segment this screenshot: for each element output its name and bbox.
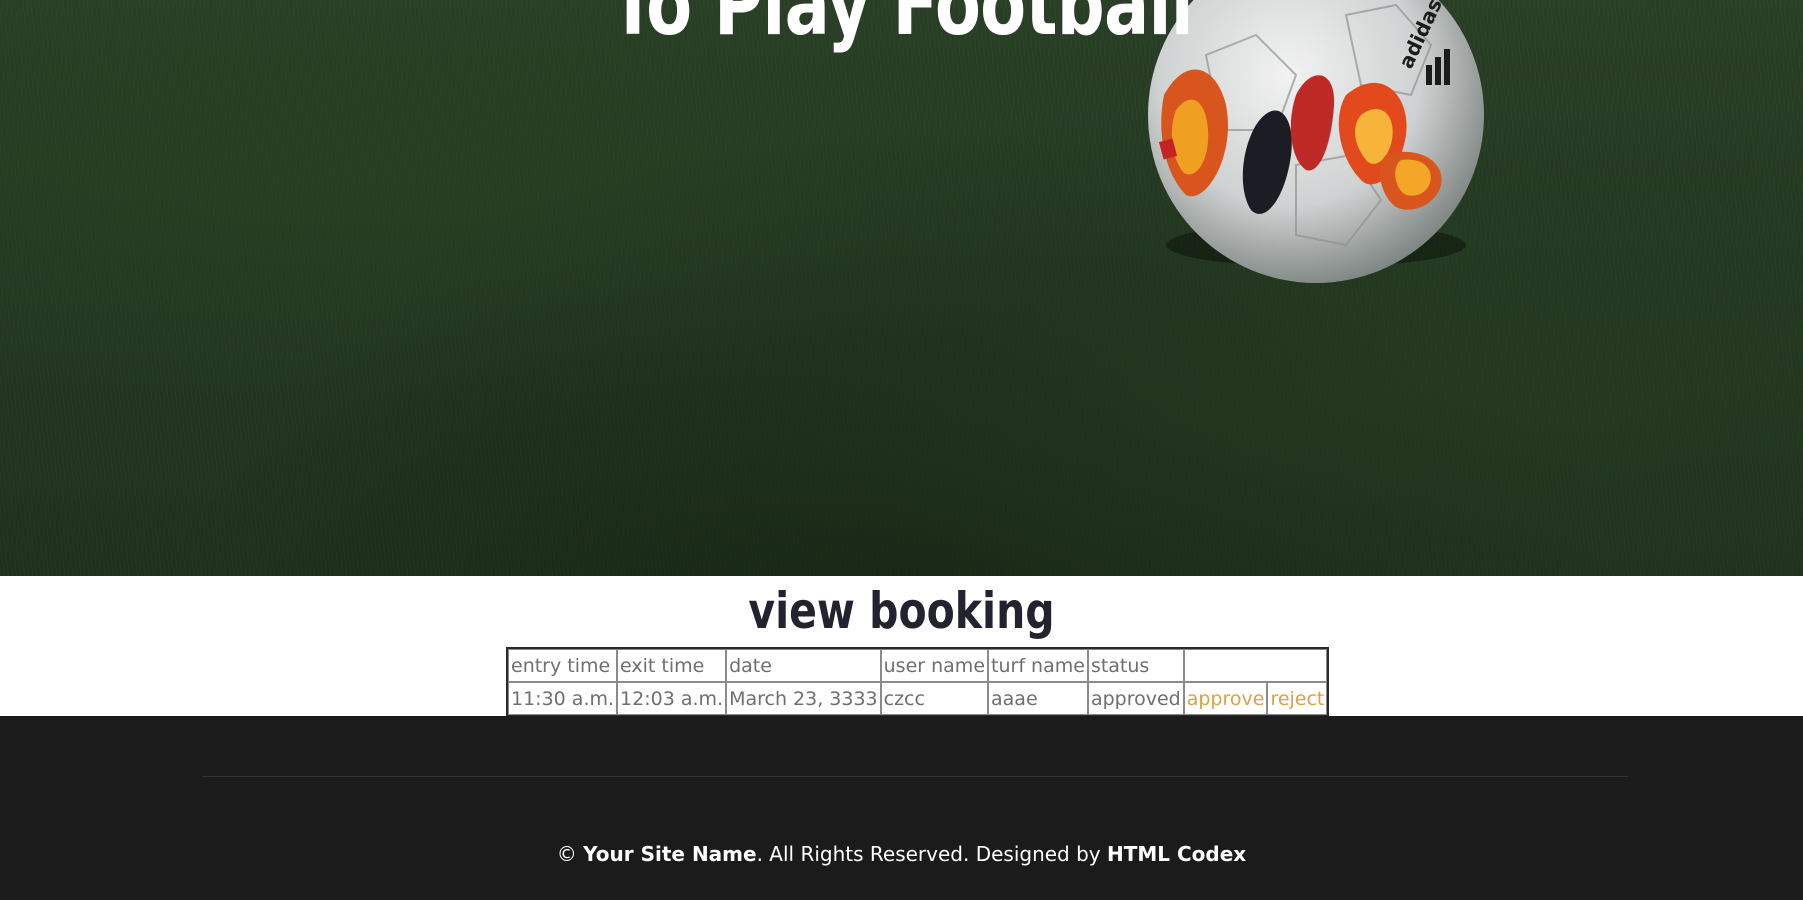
designer-link[interactable]: HTML Codex <box>1107 842 1246 866</box>
cell-exit-time: 12:03 a.m. <box>617 682 727 715</box>
cell-approve: approve <box>1183 682 1268 715</box>
site-name-link[interactable]: Your Site Name <box>583 842 756 866</box>
cell-user-name: czcc <box>880 682 989 715</box>
hero-banner: adidas To Play Football <box>0 0 1803 576</box>
hero-title: To Play Football <box>610 0 1194 55</box>
column-header-entry-time: entry time <box>508 649 618 682</box>
column-header-actions <box>1183 649 1328 682</box>
column-header-user-name: user name <box>880 649 989 682</box>
approve-link[interactable]: approve <box>1187 688 1265 710</box>
column-header-date: date <box>726 649 881 682</box>
footer: © Your Site Name. All Rights Reserved. D… <box>0 716 1803 900</box>
column-header-status: status <box>1087 649 1184 682</box>
hero-overlay <box>0 0 1803 576</box>
booking-table: entry time exit time date user name turf… <box>506 647 1330 717</box>
copyright-symbol: © <box>556 842 577 866</box>
column-header-exit-time: exit time <box>617 649 727 682</box>
cell-entry-time: 11:30 a.m. <box>508 682 618 715</box>
cell-reject: reject <box>1267 682 1328 715</box>
footer-divider <box>202 776 1628 777</box>
footer-copyright: © Your Site Name. All Rights Reserved. D… <box>0 842 1803 866</box>
table-header-row: entry time exit time date user name turf… <box>508 649 1328 682</box>
cell-status: approved <box>1087 682 1184 715</box>
reject-link[interactable]: reject <box>1270 688 1324 710</box>
booking-section: view booking entry time exit time date u… <box>0 576 1803 717</box>
column-header-turf-name: turf name <box>988 649 1088 682</box>
rights-text: . All Rights Reserved. Designed by <box>756 842 1107 866</box>
cell-turf-name: aaae <box>988 682 1088 715</box>
table-row: 11:30 a.m. 12:03 a.m. March 23, 3333 czc… <box>508 682 1328 715</box>
cell-date: March 23, 3333 <box>726 682 881 715</box>
page-title: view booking <box>748 582 1055 640</box>
